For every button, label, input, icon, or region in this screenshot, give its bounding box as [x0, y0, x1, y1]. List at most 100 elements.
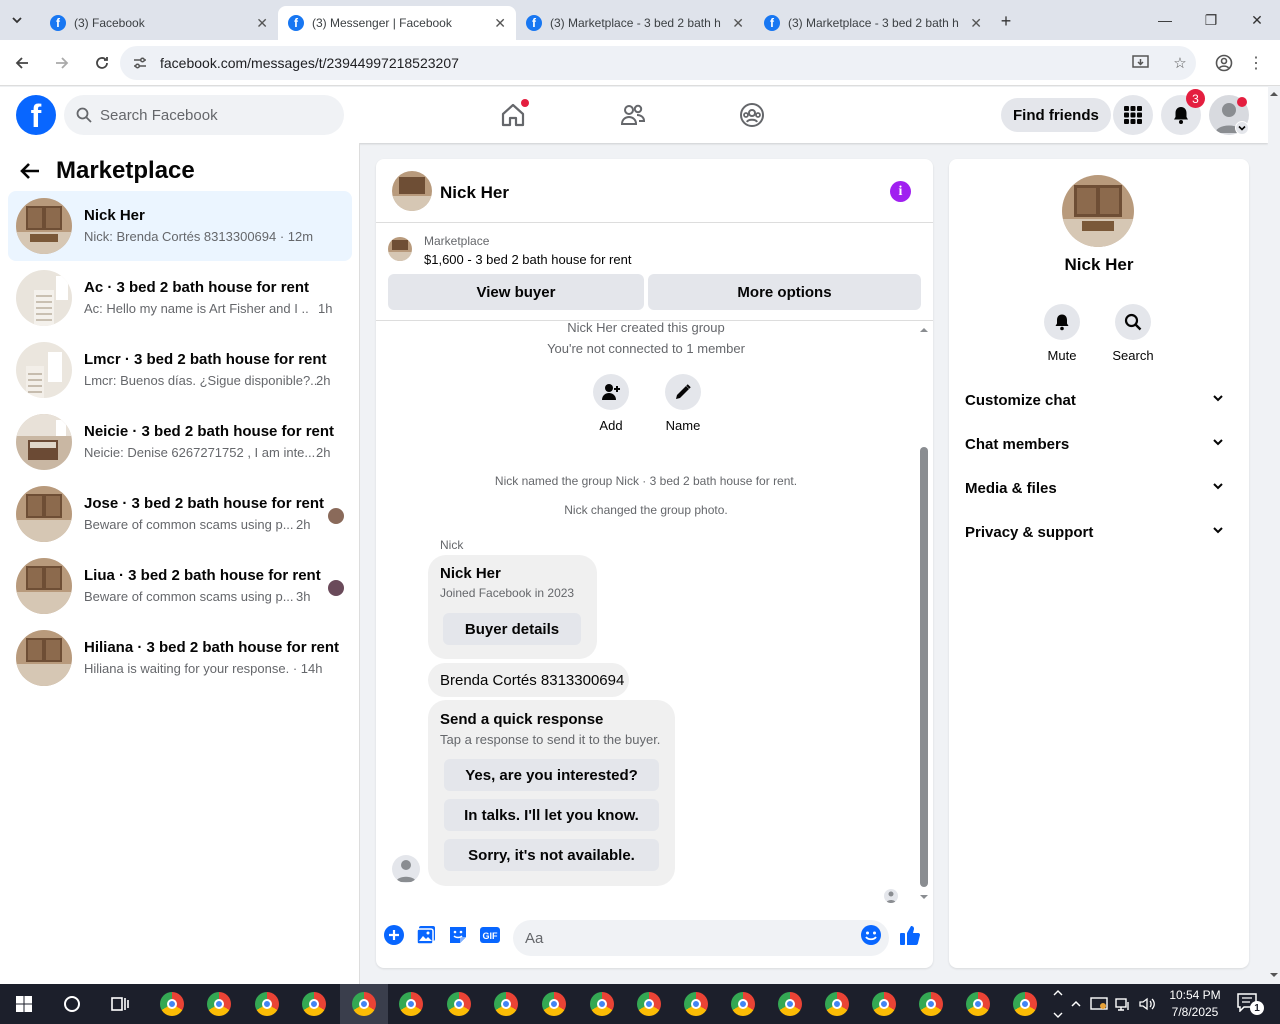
search-circle-icon[interactable] — [58, 990, 86, 1018]
quick-response-button[interactable]: In talks. I'll let you know. — [444, 799, 659, 831]
site-info-icon[interactable] — [132, 55, 148, 71]
quick-response-button[interactable]: Sorry, it's not available. — [444, 839, 659, 871]
facebook-search[interactable]: Search Facebook — [64, 95, 344, 135]
chrome-taskbar-icon[interactable] — [635, 990, 663, 1018]
groups-icon[interactable] — [732, 95, 772, 135]
thumbs-up-icon[interactable] — [899, 924, 921, 946]
network-icon[interactable] — [1114, 996, 1138, 1012]
close-tab-icon[interactable]: ✕ — [732, 15, 744, 32]
chrome-taskbar-icon[interactable] — [300, 990, 328, 1018]
search-conversation-button[interactable]: Search — [1103, 304, 1163, 363]
browser-tab[interactable]: f (3) Facebook ✕ — [40, 6, 278, 40]
chat-members-section[interactable]: Chat members — [957, 422, 1241, 466]
chrome-taskbar-icon[interactable] — [588, 990, 616, 1018]
task-view-icon[interactable] — [106, 990, 134, 1018]
conversation-item-selected[interactable]: Nick Her Nick: Brenda Cortés 8313300694 … — [8, 191, 352, 261]
close-tab-icon[interactable]: ✕ — [970, 15, 982, 32]
conversation-item[interactable]: Liua · 3 bed 2 bath house for rent Bewar… — [8, 551, 352, 621]
forward-icon[interactable] — [44, 45, 80, 81]
buyer-details-button[interactable]: Buyer details — [443, 613, 581, 645]
sidebar-title: Marketplace — [56, 157, 195, 184]
conversation-item[interactable]: Jose · 3 bed 2 bath house for rent Bewar… — [8, 479, 352, 549]
volume-icon[interactable] — [1138, 996, 1162, 1012]
facebook-logo-icon[interactable]: f — [16, 95, 56, 135]
add-member-action[interactable]: Add — [581, 374, 641, 433]
chrome-taskbar-icon[interactable] — [823, 990, 851, 1018]
chat-avatar[interactable] — [392, 171, 432, 211]
account-chevron-icon[interactable] — [1235, 121, 1249, 135]
menu-grid-icon[interactable] — [1113, 95, 1153, 135]
chrome-taskbar-icon[interactable] — [540, 990, 568, 1018]
media-files-section[interactable]: Media & files — [957, 466, 1241, 510]
chevron-down-icon — [1211, 523, 1225, 537]
browser-tab-active[interactable]: f (3) Messenger | Facebook ✕ — [278, 6, 516, 40]
back-arrow-icon[interactable] — [20, 162, 40, 180]
customize-chat-section[interactable]: Customize chat — [957, 378, 1241, 422]
chrome-taskbar-icon[interactable] — [776, 990, 804, 1018]
bookmark-star-icon[interactable]: ☆ — [1164, 54, 1196, 72]
home-icon[interactable] — [493, 95, 533, 135]
more-options-button[interactable]: More options — [648, 274, 921, 310]
install-app-icon[interactable] — [1132, 55, 1164, 71]
conversation-item[interactable]: Neicie · 3 bed 2 bath house for rent Nei… — [8, 407, 352, 477]
chrome-taskbar-icon[interactable] — [870, 990, 898, 1018]
chrome-taskbar-icon[interactable] — [729, 990, 757, 1018]
back-icon[interactable] — [4, 45, 40, 81]
close-window-icon[interactable]: ✕ — [1234, 0, 1280, 40]
chrome-taskbar-icon[interactable] — [205, 990, 233, 1018]
sticker-icon[interactable] — [447, 924, 469, 946]
chat-scrollbar[interactable] — [919, 327, 929, 899]
quick-response-button[interactable]: Yes, are you interested? — [444, 759, 659, 791]
name-group-action[interactable]: Name — [653, 374, 713, 433]
mute-button[interactable]: Mute — [1032, 304, 1092, 363]
emoji-icon[interactable] — [860, 924, 882, 946]
chat-scrollbar-thumb[interactable] — [920, 447, 928, 887]
minimize-icon[interactable]: — — [1142, 0, 1188, 40]
conversation-name: Jose · 3 bed 2 bath house for rent — [84, 495, 325, 512]
action-center-icon[interactable]: 1 — [1236, 992, 1264, 1016]
facebook-favicon-icon: f — [288, 15, 304, 31]
close-tab-icon[interactable]: ✕ — [494, 15, 506, 32]
chrome-taskbar-icon[interactable] — [492, 990, 520, 1018]
conversation-item[interactable]: Lmcr · 3 bed 2 bath house for rent Lmcr:… — [8, 335, 352, 405]
conversation-item[interactable]: Ac · 3 bed 2 bath house for rent Ac: Hel… — [8, 263, 352, 333]
address-bar[interactable]: facebook.com/messages/t/2394499721852320… — [120, 46, 1196, 80]
chrome-taskbar-icon[interactable] — [1011, 990, 1039, 1018]
chrome-taskbar-icon[interactable] — [682, 990, 710, 1018]
browser-tab[interactable]: f (3) Marketplace - 3 bed 2 bath h ✕ — [516, 6, 754, 40]
more-actions-plus-icon[interactable] — [383, 924, 405, 946]
chrome-taskbar-icon[interactable] — [445, 990, 473, 1018]
privacy-support-section[interactable]: Privacy & support — [957, 510, 1241, 554]
taskbar-overflow-arrows[interactable] — [1052, 986, 1064, 1022]
chrome-taskbar-icon[interactable] — [917, 990, 945, 1018]
tab-search-button[interactable] — [0, 0, 34, 40]
chrome-taskbar-icon[interactable] — [350, 990, 378, 1018]
chrome-taskbar-icon[interactable] — [253, 990, 281, 1018]
tray-app-icon[interactable] — [1090, 996, 1114, 1012]
restore-icon[interactable]: ❐ — [1188, 0, 1234, 40]
close-tab-icon[interactable]: ✕ — [256, 15, 268, 32]
browser-tab[interactable]: f (3) Marketplace - 3 bed 2 bath h ✕ — [754, 6, 992, 40]
page-scrollbar[interactable] — [1268, 87, 1280, 984]
system-clock[interactable]: 10:54 PM 7/8/2025 — [1165, 987, 1225, 1021]
attach-photo-icon[interactable] — [415, 924, 437, 946]
reload-icon[interactable] — [84, 45, 120, 81]
chrome-taskbar-icon[interactable] — [158, 990, 186, 1018]
listing-title[interactable]: $1,600 - 3 bed 2 bath house for rent — [424, 252, 631, 267]
chat-title[interactable]: Nick Her — [440, 183, 509, 203]
message-input[interactable] — [513, 920, 889, 956]
windows-start-icon[interactable] — [10, 990, 38, 1018]
conversation-item[interactable]: Hiliana · 3 bed 2 bath house for rent Hi… — [8, 623, 352, 693]
gif-icon[interactable]: GIF — [479, 924, 501, 946]
profile-icon[interactable] — [1208, 48, 1240, 78]
find-friends-button[interactable]: Find friends — [1001, 98, 1111, 132]
profile-avatar-large[interactable] — [1062, 175, 1134, 247]
chrome-taskbar-icon[interactable] — [964, 990, 992, 1018]
chrome-taskbar-icon[interactable] — [397, 990, 425, 1018]
view-buyer-button[interactable]: View buyer — [388, 274, 644, 310]
browser-menu-icon[interactable]: ⋮ — [1240, 48, 1272, 78]
new-tab-button[interactable]: + — [991, 4, 1021, 38]
friends-icon[interactable] — [613, 95, 653, 135]
tray-expand-icon[interactable] — [1070, 998, 1090, 1010]
conversation-info-icon[interactable]: i — [890, 181, 911, 202]
